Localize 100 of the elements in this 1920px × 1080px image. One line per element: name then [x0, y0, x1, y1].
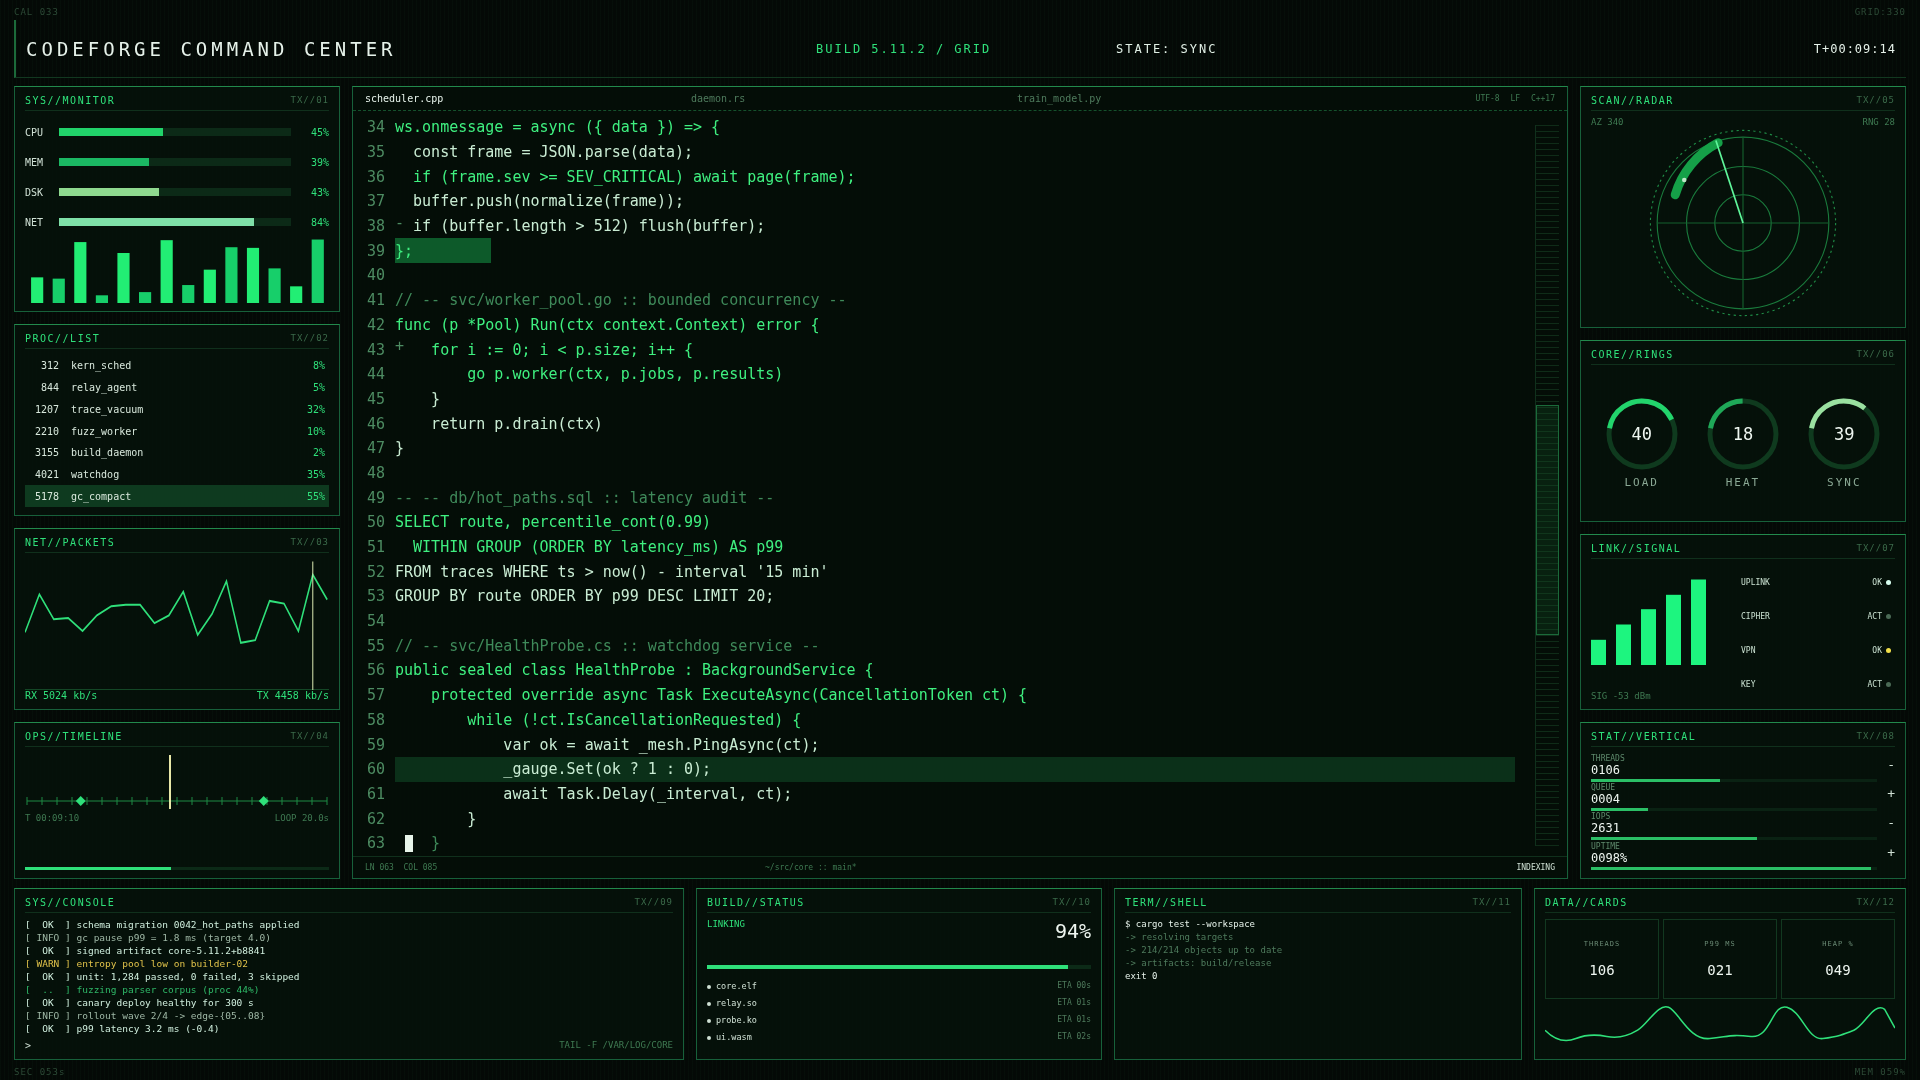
artifact-name: probe.ko [707, 1014, 757, 1025]
ring-label: HEAT [1725, 475, 1761, 489]
link-name: UPLINK [1741, 577, 1770, 587]
meter-reading: 39% [309, 156, 329, 168]
panel-title: BUILD//STATUS [707, 897, 805, 908]
meter-reading: 43% [309, 186, 329, 198]
line-number: 45 [365, 389, 386, 408]
file-tab[interactable]: scheduler.cpp [365, 93, 691, 104]
ring-value: 18 [1732, 423, 1754, 444]
clock: T+00:09:14 [1813, 41, 1896, 56]
line-number: 47 [365, 439, 386, 458]
line-number: 53 [365, 587, 386, 606]
panel-tag: TX//07 [1856, 543, 1895, 554]
range-label: RNG 28 [1862, 117, 1895, 127]
build-phase: LINKING [707, 919, 745, 931]
panel-tag: TX//02 [290, 333, 329, 344]
panel-tag: TX//08 [1856, 731, 1895, 742]
process-row[interactable]: 3155 build_daemon 2% [25, 441, 329, 464]
ring-value: 40 [1631, 423, 1652, 444]
panel-title: PROC//LIST [25, 333, 101, 344]
process-row[interactable]: 312 kern_sched 8% [25, 355, 329, 377]
card-value: 021 [1707, 962, 1733, 978]
log-line: [ INFO ] rollout wave 2/4 -> edge-{05..08} [25, 1010, 267, 1023]
trend-sign: - [1887, 815, 1895, 831]
console-prompt[interactable]: > [25, 1040, 32, 1051]
card-value: 049 [1825, 962, 1851, 978]
line-number: 56 [365, 661, 386, 680]
process-row[interactable]: 5178 gc_compact 55% [25, 485, 329, 508]
stat-value: 0004 [1591, 792, 1621, 807]
meter-label: CPU [25, 126, 45, 138]
file-info: UTF-8 LF C++17 [1475, 94, 1555, 103]
line-number: 48 [365, 463, 386, 482]
link-name: KEY [1741, 679, 1756, 689]
spark-bar [74, 242, 87, 303]
log-line: [ INFO ] gc pause p99 = 1.8 ms (target 4.0) [25, 932, 272, 945]
spark-bar [117, 253, 130, 303]
line-number: 34 [365, 118, 386, 137]
file-tab[interactable]: daemon.rs [691, 93, 1017, 104]
panel-title: STAT//VERTICAL [1591, 731, 1697, 742]
meter-reading: 84% [309, 216, 329, 228]
signal-strength: SIG -53 dBm [1591, 691, 1652, 701]
line-number: 42 [365, 315, 386, 334]
panel-tag: TX//10 [1052, 897, 1091, 908]
panel-tag: TX//03 [290, 537, 329, 548]
panel-tag: TX//05 [1856, 95, 1895, 106]
ring-label: LOAD [1624, 475, 1659, 489]
log-line: [ OK ] canary deploy healthy for 300 s [25, 997, 255, 1010]
link-name: VPN [1741, 645, 1756, 655]
line-number: 54 [365, 612, 386, 631]
artifact-eta: ETA 01s [1057, 998, 1091, 1007]
panel-title: SCAN//RADAR [1591, 95, 1674, 106]
state-label: STATE: SYNC [1116, 41, 1219, 56]
ring-label: SYNC [1827, 475, 1862, 489]
ring-value: 39 [1834, 423, 1855, 444]
log-line: [ OK ] signed artifact core-5.11.2+b8841 [25, 945, 267, 958]
shell-line: -> artifacts: build/release [1125, 958, 1273, 970]
line-number: 41 [365, 291, 386, 310]
spark-bar [139, 292, 152, 303]
trend-sign: - [1887, 757, 1895, 773]
line-number: 58 [365, 710, 386, 729]
spark-bar [160, 240, 173, 303]
line-number: 61 [365, 784, 386, 803]
spark-bar [246, 247, 260, 303]
line-number: 63 [365, 834, 386, 853]
log-line: [ OK ] p99 latency 3.2 ms (-0.4) [25, 1023, 221, 1036]
corner-label: GRID:330 [1854, 7, 1906, 17]
panel-title: SYS//MONITOR [25, 95, 116, 106]
spark-bar [268, 268, 281, 303]
line-number: 57 [365, 686, 386, 705]
log-line: [ OK ] unit: 1,284 passed, 0 failed, 3 skipped [25, 971, 301, 984]
process-row[interactable]: 4021 watchdog 35% [25, 463, 329, 486]
meter-label: DSK [25, 186, 45, 198]
panel-tag: TX//11 [1472, 897, 1511, 908]
line-number: 44 [365, 365, 386, 384]
process-row[interactable]: 2210 fuzz_worker 10% [25, 420, 329, 442]
stat-label: UPTIME [1591, 841, 1621, 851]
line-number: 37 [365, 192, 386, 211]
panel-tag: TX//04 [290, 731, 329, 742]
spark-bar [225, 247, 238, 303]
log-line: [ .. ] fuzzing parser corpus (proc 44%) [25, 984, 261, 997]
line-number: 36 [365, 167, 386, 186]
corner-label: SEC 053s [14, 1067, 66, 1077]
rx-rate: RX 5024 kb/s [25, 690, 98, 701]
link-name: CIPHER [1741, 611, 1770, 621]
azimuth-label: AZ 340 [1591, 117, 1624, 127]
process-row[interactable]: 1207 trace_vacuum 32% [25, 398, 329, 421]
file-tab[interactable]: train_model.py [1017, 93, 1343, 104]
panel-tag: TX//09 [634, 897, 673, 908]
branch-path: ~/src/core :: main* [765, 862, 857, 872]
process-row[interactable]: 844 relay_agent 5% [25, 376, 329, 399]
trend-sign: + [1887, 844, 1895, 860]
log-line: [ OK ] schema migration 0042_hot_paths applied [25, 919, 301, 932]
timeline-start: T 00:09:10 [25, 813, 80, 823]
tx-rate: TX 4458 kb/s [256, 690, 329, 701]
spark-bar [290, 286, 303, 303]
scroll-thumb[interactable] [1536, 405, 1559, 635]
spark-bar [203, 269, 216, 303]
artifact-eta: ETA 02s [1057, 1032, 1091, 1041]
panel-title: NET//PACKETS [25, 537, 116, 548]
artifact-name: relay.so [707, 997, 757, 1008]
